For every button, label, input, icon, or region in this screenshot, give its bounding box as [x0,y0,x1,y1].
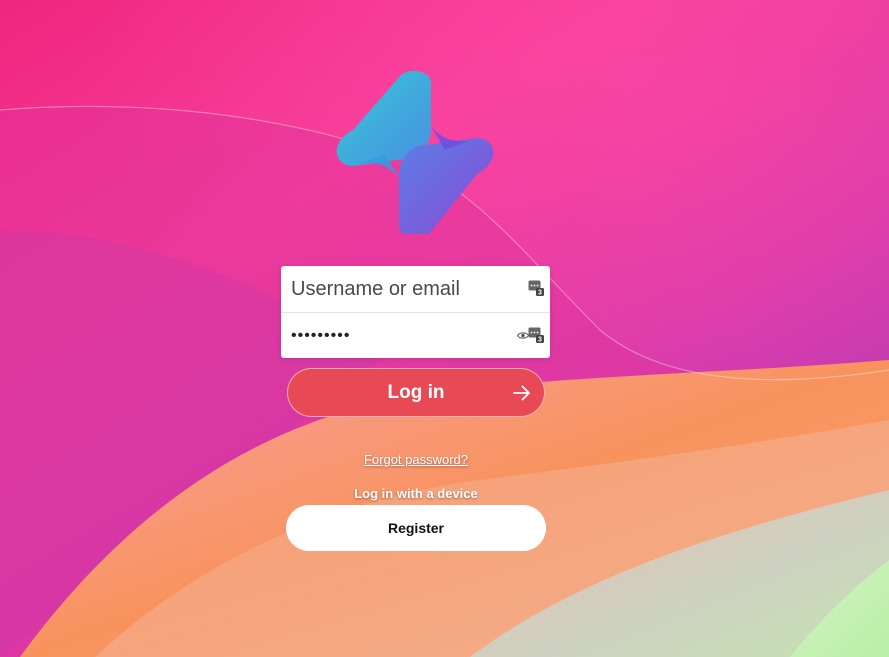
login-button-label: Log in [387,382,445,403]
login-with-device-link[interactable]: Log in with a device [287,486,545,501]
password-manager-icon[interactable]: 3 [528,327,544,343]
login-button[interactable]: Log in [287,368,545,417]
login-form: 3 3 [281,266,550,358]
password-field-container: 3 [281,312,550,358]
forgot-password-link[interactable]: Forgot password? [287,452,545,467]
username-field-container: 3 [281,266,550,312]
arrow-right-icon [513,385,530,401]
password-input[interactable] [281,313,550,358]
username-input[interactable] [281,266,550,312]
register-button[interactable]: Register [286,505,546,551]
hexagonal-h-logo-icon [336,70,494,234]
password-manager-badge: 3 [538,337,542,343]
password-manager-badge: 3 [538,290,542,296]
password-manager-icon[interactable]: 3 [528,280,544,296]
